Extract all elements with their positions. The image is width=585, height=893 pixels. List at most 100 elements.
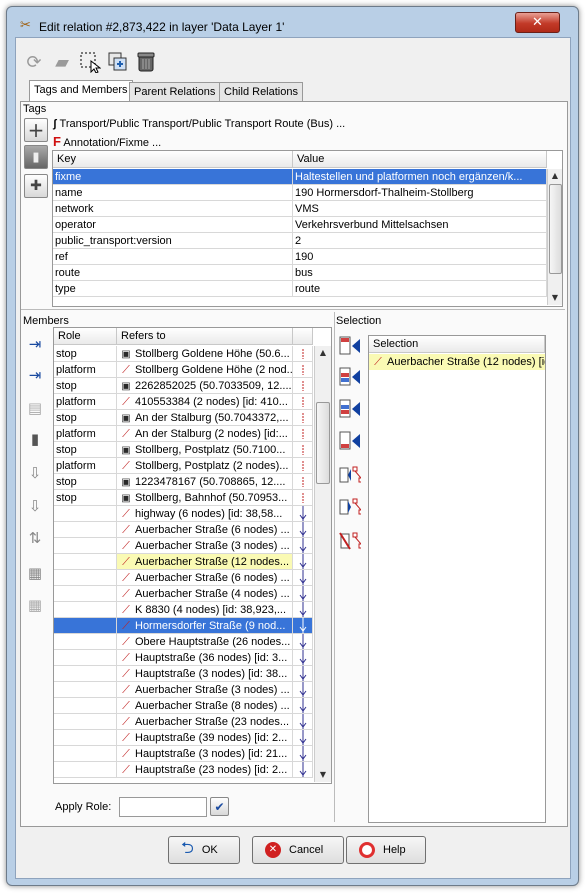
tag-value[interactable]: Verkehrsverbund Mittelsachsen [293, 217, 547, 233]
scroll-down-arrow-icon[interactable]: ▼ [548, 291, 562, 305]
members-scrollbar[interactable]: ▲ ▼ [314, 346, 331, 782]
tags-scroll-thumb[interactable] [549, 184, 562, 274]
tag-key[interactable]: name [53, 185, 293, 201]
member-role[interactable] [54, 602, 117, 618]
move-members-up-button[interactable]: ⇥ [24, 333, 46, 355]
member-row[interactable]: ⟋ highway (6 nodes) [id: 38,58... [54, 506, 313, 522]
member-row[interactable]: platform ⟋ Stollberg, Postplatz (2 nodes).… [54, 458, 313, 474]
member-role[interactable] [54, 698, 117, 714]
member-row[interactable]: ⟋ Hauptstraße (3 nodes) [id: 21... [54, 746, 313, 762]
member-refers-to[interactable]: ⟋ Hormersdorfer Straße (9 nod... [117, 618, 293, 634]
delete-trash-icon[interactable] [134, 50, 158, 74]
member-refers-to[interactable]: ⟋ Auerbacher Straße (3 nodes) ... [117, 682, 293, 698]
member-row[interactable]: ⟋ Hormersdorfer Straße (9 nod... [54, 618, 313, 634]
member-refers-to[interactable]: ⟋ highway (6 nodes) [id: 38,58... [117, 506, 293, 522]
preset-bus-route[interactable]: ʃ Transport/Public Transport/Public Tran… [53, 118, 345, 130]
member-role[interactable] [54, 730, 117, 746]
member-row[interactable]: stop ▣ Stollberg, Postplatz (50.7100... [54, 442, 313, 458]
tags-header-key[interactable]: Key [53, 151, 293, 168]
scroll-down-arrow-icon[interactable]: ▼ [315, 768, 331, 782]
scroll-up-arrow-icon[interactable]: ▲ [548, 169, 562, 183]
tag-key[interactable]: fixme [53, 169, 293, 185]
member-refers-to[interactable]: ⟋ K 8830 (4 nodes) [id: 38,923,... [117, 602, 293, 618]
member-row[interactable]: ⟋ Hauptstraße (36 nodes) [id: 3... [54, 650, 313, 666]
close-button[interactable]: ✕ [515, 12, 560, 33]
paste-tags-button[interactable]: ✚ [24, 174, 48, 198]
remove-member-button[interactable]: ▮ [24, 428, 46, 450]
member-refers-to[interactable]: ⟋ Obere Hauptstraße (26 nodes... [117, 634, 293, 650]
member-refers-to[interactable]: ⟋ Auerbacher Straße (23 nodes... [117, 714, 293, 730]
upload-icon[interactable]: ▰ [50, 50, 74, 74]
member-refers-to[interactable]: ⟋ Hauptstraße (3 nodes) [id: 21... [117, 746, 293, 762]
sort-below-button[interactable]: ▦ [24, 594, 46, 616]
refresh-icon[interactable]: ⟳ [22, 50, 46, 74]
member-refers-to[interactable]: ▣ Stollberg, Bahnhof (50.70953... [117, 490, 293, 506]
sort-button[interactable]: ▦ [24, 562, 46, 584]
member-row[interactable]: platform ⟋ 410553384 (2 nodes) [id: 410... [54, 394, 313, 410]
preset-fixme[interactable]: F Annotation/Fixme ... [53, 134, 161, 149]
remove-selected-button[interactable] [339, 530, 361, 552]
tag-key[interactable]: ref [53, 249, 293, 265]
member-refers-to[interactable]: ⟋ Auerbacher Straße (6 nodes) ... [117, 522, 293, 538]
member-row[interactable]: ⟋ Auerbacher Straße (3 nodes) ... [54, 538, 313, 554]
member-role[interactable] [54, 634, 117, 650]
edit-member-button[interactable]: ▤ [24, 397, 46, 419]
member-refers-to[interactable]: ⟋ Auerbacher Straße (3 nodes) ... [117, 538, 293, 554]
member-role[interactable] [54, 714, 117, 730]
tag-key[interactable]: type [53, 281, 293, 297]
members-header-refers-to[interactable]: Refers to [117, 328, 293, 345]
tab-tags-and-members[interactable]: Tags and Members [29, 80, 133, 102]
member-role[interactable] [54, 554, 117, 570]
member-refers-to[interactable]: ▣ 1223478167 (50.708865, 12.... [117, 474, 293, 490]
add-selected-button[interactable]: ⇥ [24, 364, 46, 386]
member-row[interactable]: ⟋ K 8830 (4 nodes) [id: 38,923,... [54, 602, 313, 618]
member-row[interactable]: platform ⟋ An der Stalburg (2 nodes) [id:.… [54, 426, 313, 442]
tag-row[interactable]: public_transport:version 2 [53, 233, 547, 249]
tag-value[interactable]: VMS [293, 201, 547, 217]
member-refers-to[interactable]: ⟋ Auerbacher Straße (8 nodes) ... [117, 698, 293, 714]
member-row[interactable]: ⟋ Auerbacher Straße (8 nodes) ... [54, 698, 313, 714]
member-role[interactable]: stop [54, 346, 117, 362]
move-down-end-button[interactable]: ⇩ [24, 495, 46, 517]
member-row[interactable]: stop ▣ Stollberg, Bahnhof (50.70953... [54, 490, 313, 506]
member-row[interactable]: ⟋ Obere Hauptstraße (26 nodes... [54, 634, 313, 650]
tag-row[interactable]: type route [53, 281, 547, 297]
tags-header-value[interactable]: Value [293, 151, 547, 168]
tab-parent-relations[interactable]: Parent Relations [129, 82, 221, 102]
tag-key[interactable]: network [53, 201, 293, 217]
tag-value[interactable]: bus [293, 265, 547, 281]
member-refers-to[interactable]: ⟋ Hauptstraße (36 nodes) [id: 3... [117, 650, 293, 666]
member-row[interactable]: stop ▣ An der Stalburg (50.7043372,... [54, 410, 313, 426]
member-row[interactable]: ⟋ Auerbacher Straße (3 nodes) ... [54, 682, 313, 698]
move-down-button[interactable]: ⇩ [24, 462, 46, 484]
members-header-role[interactable]: Role [54, 328, 117, 345]
member-refers-to[interactable]: ▣ Stollberg Goldene Höhe (50.6... [117, 346, 293, 362]
member-role[interactable] [54, 538, 117, 554]
member-row[interactable]: ⟋ Hauptstraße (39 nodes) [id: 2... [54, 730, 313, 746]
member-role[interactable]: stop [54, 474, 117, 490]
member-role[interactable] [54, 762, 117, 778]
member-role[interactable]: stop [54, 378, 117, 394]
member-row[interactable]: ⟋ Hauptstraße (3 nodes) [id: 38... [54, 666, 313, 682]
member-role[interactable] [54, 682, 117, 698]
duplicate-icon[interactable] [106, 50, 130, 74]
apply-role-input[interactable] [119, 797, 207, 817]
add-before-selection-button[interactable] [339, 366, 361, 388]
tag-row[interactable]: name 190 Hormersdorf-Thalheim-Stollberg [53, 185, 547, 201]
tag-row[interactable]: ref 190 [53, 249, 547, 265]
member-role[interactable] [54, 570, 117, 586]
member-refers-to[interactable]: ⟋ Hauptstraße (39 nodes) [id: 2... [117, 730, 293, 746]
apply-role-button[interactable]: ✔ [210, 797, 229, 816]
add-tag-button[interactable]: + [24, 118, 48, 142]
member-row[interactable]: stop ▣ 2262852025 (50.7033509, 12.... [54, 378, 313, 394]
member-role[interactable]: platform [54, 458, 117, 474]
member-refers-to[interactable]: ⟋ 410553384 (2 nodes) [id: 410... [117, 394, 293, 410]
tag-row[interactable]: operator Verkehrsverbund Mittelsachsen [53, 217, 547, 233]
ok-button[interactable]: ⮌ OK [168, 836, 240, 864]
member-refers-to[interactable]: ⟋ An der Stalburg (2 nodes) [id:... [117, 426, 293, 442]
selection-header[interactable]: Selection [369, 336, 545, 353]
selection-row[interactable]: ⟋ Auerbacher Straße (12 nodes) [id [369, 354, 545, 370]
member-row[interactable]: ⟋ Auerbacher Straße (4 nodes) ... [54, 586, 313, 602]
split-divider[interactable] [21, 309, 565, 314]
tags-scrollbar[interactable]: ▲ ▼ [547, 169, 562, 305]
